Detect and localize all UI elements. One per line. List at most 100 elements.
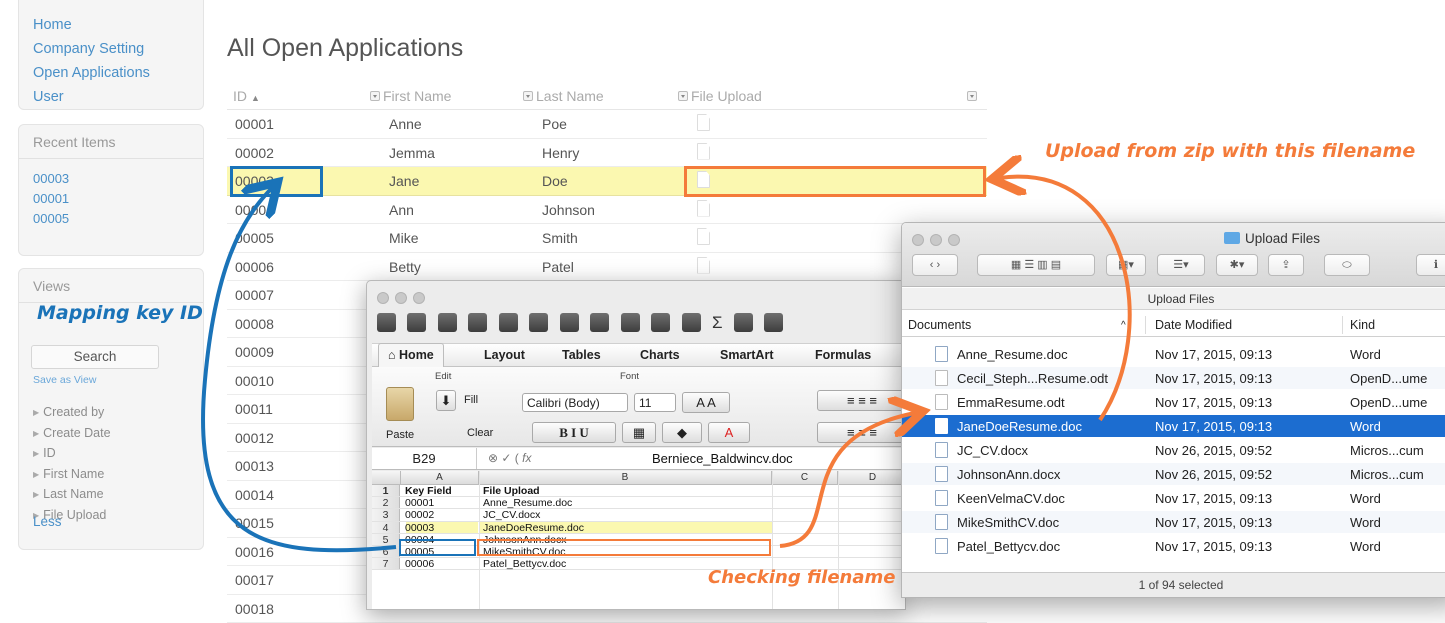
column-header-file-upload[interactable]: File Upload (678, 88, 762, 104)
file-row[interactable]: MikeSmithCV.docNov 17, 2015, 09:13Word (902, 511, 1445, 533)
info-icon[interactable]: ℹ (1416, 254, 1445, 276)
column-header-c[interactable]: C (772, 471, 838, 485)
cell-file-upload[interactable]: JaneDoeResume.doc (483, 522, 584, 534)
cell-file-upload[interactable]: Patel_Bettycv.doc (483, 558, 566, 570)
filter-first-name[interactable]: ▶First Name (33, 465, 111, 486)
less-link[interactable]: Less (33, 514, 62, 529)
table-row[interactable]: 00005MikeSmith (227, 224, 987, 253)
cell-id[interactable]: 00005 (235, 230, 274, 246)
sort-icon[interactable] (734, 313, 753, 332)
filter-icon[interactable] (764, 313, 783, 332)
cell-id[interactable]: 00011 (235, 401, 273, 417)
column-menu-icon[interactable] (678, 91, 688, 101)
cell-id[interactable]: 00010 (235, 373, 274, 389)
file-row[interactable]: JaneDoeResume.docNov 17, 2015, 09:13Word (902, 415, 1445, 437)
close-window-button[interactable] (377, 292, 389, 304)
tab-tables[interactable]: Tables (562, 348, 601, 362)
filter-create-date[interactable]: ▶Create Date (33, 424, 111, 445)
save-icon[interactable] (468, 313, 487, 332)
file-row[interactable]: KeenVelmaCV.docNov 17, 2015, 09:13Word (902, 487, 1445, 509)
zoom-window-button[interactable] (413, 292, 425, 304)
formula-controls[interactable]: ⊗ ✓ ( fx (488, 451, 531, 465)
copy-icon[interactable] (560, 313, 579, 332)
format-painter-icon[interactable] (621, 313, 640, 332)
borders-button[interactable]: ▦ (622, 422, 656, 443)
minimize-window-button[interactable] (395, 292, 407, 304)
sort-ascending-icon[interactable]: ^ (1121, 320, 1126, 331)
table-row[interactable]: 00004AnnJohnson (227, 196, 987, 225)
cell-id[interactable]: 00016 (235, 544, 274, 560)
cell-id[interactable]: 00013 (235, 458, 274, 474)
cell-id[interactable]: 00009 (235, 344, 274, 360)
search-button[interactable]: Search (31, 345, 159, 369)
print-icon[interactable] (499, 313, 518, 332)
file-upload-cell[interactable] (697, 200, 710, 220)
filter-last-name[interactable]: ▶Last Name (33, 485, 111, 506)
close-window-button[interactable] (912, 234, 924, 246)
back-forward-buttons[interactable]: ‹ › (912, 254, 958, 276)
row-number[interactable]: 3 (372, 509, 400, 520)
cell-id[interactable]: 00004 (235, 202, 274, 218)
recent-item-link[interactable]: 00001 (33, 189, 203, 209)
cell-id[interactable]: 00008 (235, 316, 274, 332)
recent-item-link[interactable]: 00003 (33, 169, 203, 189)
tab-smartart[interactable]: SmartArt (720, 348, 774, 362)
file-row[interactable]: Patel_Bettycv.docNov 17, 2015, 09:13Word (902, 535, 1445, 557)
file-upload-cell[interactable] (697, 114, 710, 134)
file-upload-cell[interactable] (697, 228, 710, 248)
cell-file-upload[interactable]: JC_CV.docx (483, 509, 540, 521)
column-header-id[interactable]: ID▲ (233, 88, 260, 104)
column-kind[interactable]: Kind (1350, 318, 1375, 332)
autosum-icon[interactable]: Σ (712, 313, 723, 332)
fill-color-button[interactable]: ◆ (662, 422, 702, 443)
filter-id[interactable]: ▶ID (33, 444, 111, 465)
table-options-icon[interactable] (967, 88, 980, 104)
clipboard-icon[interactable] (386, 387, 414, 421)
file-row[interactable]: EmmaResume.odtNov 17, 2015, 09:13OpenD..… (902, 391, 1445, 413)
filter-created-by[interactable]: ▶Created by (33, 403, 111, 424)
clear-button[interactable]: Clear (467, 427, 493, 439)
fill-button[interactable]: Fill (464, 394, 478, 406)
cell-file-upload[interactable]: Anne_Resume.doc (483, 497, 572, 509)
templates-icon[interactable] (407, 313, 426, 332)
table-row[interactable]: 00006BettyPatel (227, 253, 987, 282)
row-number[interactable]: 5 (372, 534, 400, 545)
column-date-modified[interactable]: Date Modified (1155, 318, 1232, 332)
save-as-view-link[interactable]: Save as View (33, 374, 96, 386)
row-number[interactable]: 4 (372, 522, 400, 533)
cut-icon[interactable] (529, 313, 548, 332)
cell-key-field[interactable]: 00003 (405, 522, 434, 534)
row-number[interactable]: 6 (372, 546, 400, 557)
cell-id[interactable]: 00014 (235, 487, 274, 503)
redo-icon[interactable] (682, 313, 701, 332)
formula-value[interactable]: Berniece_Baldwincv.doc (652, 451, 793, 466)
table-row[interactable]: 00002JemmaHenry (227, 139, 987, 168)
cell-id[interactable]: 00001 (235, 116, 274, 132)
font-grow-shrink-buttons[interactable]: A A (682, 392, 730, 413)
column-menu-icon[interactable] (523, 91, 533, 101)
cell-id[interactable]: 00006 (235, 259, 274, 275)
column-header-b[interactable]: B (479, 471, 772, 485)
paste-icon[interactable] (590, 313, 609, 332)
cell-key-field[interactable]: 00001 (405, 497, 434, 509)
column-header-first-name[interactable]: First Name (370, 88, 451, 104)
row-number[interactable]: 1 (372, 485, 400, 496)
column-header-last-name[interactable]: Last Name (523, 88, 604, 104)
file-row[interactable]: Anne_Resume.docNov 17, 2015, 09:13Word (902, 343, 1445, 365)
cell-key-field[interactable]: 00002 (405, 509, 434, 521)
share-icon[interactable]: ⇪ (1268, 254, 1304, 276)
file-row[interactable]: JC_CV.docxNov 26, 2015, 09:52Micros...cu… (902, 439, 1445, 461)
cell-id[interactable]: 00015 (235, 515, 274, 531)
cell-key-field[interactable]: 00006 (405, 558, 434, 570)
justify-buttons[interactable]: ≡ ≡ ≡ (817, 422, 906, 443)
arrange-button[interactable]: ▦▾ (1106, 254, 1146, 276)
tab-charts[interactable]: Charts (640, 348, 680, 362)
row-number[interactable]: 2 (372, 497, 400, 508)
file-upload-cell[interactable] (697, 143, 710, 163)
cell-id[interactable]: 00007 (235, 287, 274, 303)
font-name-select[interactable]: Calibri (Body) (522, 393, 628, 412)
tab-formulas[interactable]: Formulas (815, 348, 871, 362)
tab-home[interactable]: ⌂ Home (378, 343, 444, 368)
fill-down-icon[interactable]: ⬇ (436, 390, 456, 411)
recent-item-link[interactable]: 00005 (33, 209, 203, 229)
